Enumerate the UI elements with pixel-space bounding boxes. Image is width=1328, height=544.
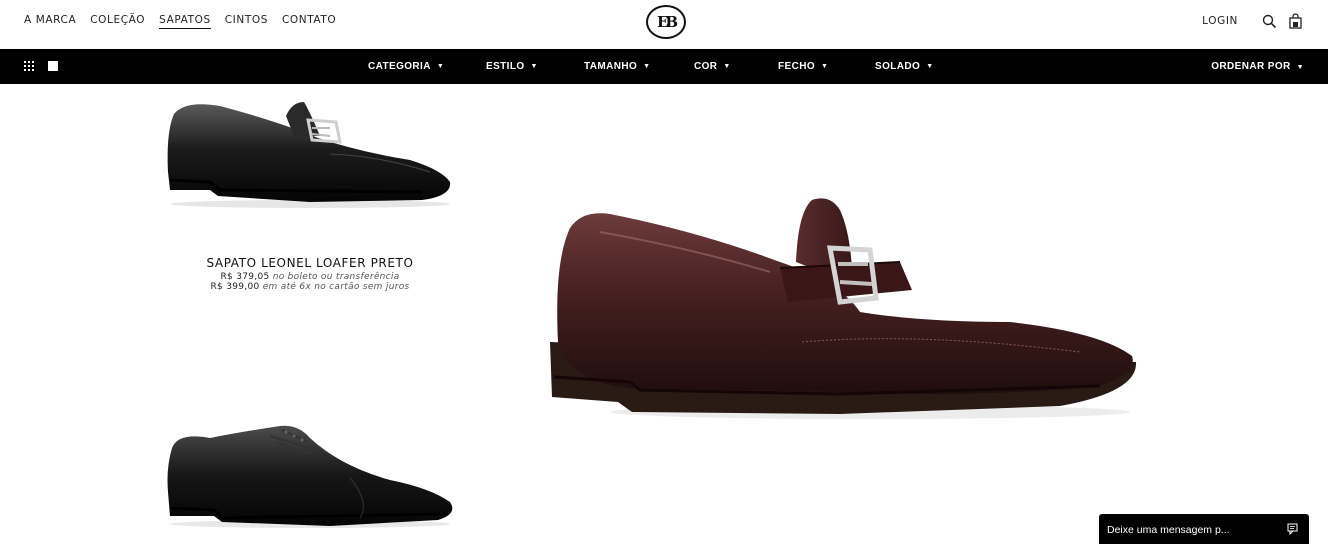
- caret-down-icon: ▼: [821, 63, 829, 70]
- sort-dropdown[interactable]: ORDENAR POR ▼: [1211, 61, 1304, 72]
- price-card-line: R$ 399,00 em até 6x no cartão sem juros: [160, 282, 460, 292]
- login-link[interactable]: LOGIN: [1202, 15, 1238, 27]
- caret-down-icon: ▼: [1296, 64, 1304, 71]
- filter-estilo[interactable]: ESTILO ▼: [486, 61, 538, 72]
- chat-bubble-icon: [1287, 522, 1299, 540]
- filter-list: CATEGORIA ▼ ESTILO ▼ TAMANHO ▼ COR ▼ FECHO ▼ …: [0, 49, 1328, 84]
- single-view-icon[interactable]: [48, 61, 58, 71]
- header-actions: LOGIN: [1202, 12, 1304, 30]
- shopping-bag-icon[interactable]: [1286, 12, 1304, 30]
- filter-label: SOLADO: [875, 61, 921, 72]
- price-boleto-note: no boleto ou transferência: [272, 272, 400, 282]
- brand-logo[interactable]: EB: [646, 5, 686, 39]
- product-image-loafer-black[interactable]: [160, 92, 460, 210]
- chat-widget[interactable]: Deixe uma mensagem p...: [1099, 514, 1309, 544]
- filter-label: TAMANHO: [584, 61, 638, 72]
- nav-link-cintos[interactable]: CINTOS: [225, 14, 268, 29]
- chat-label: Deixe uma mensagem p...: [1107, 524, 1230, 536]
- price-boleto-line: R$ 379,05 no boleto ou transferência: [160, 272, 460, 282]
- caret-down-icon: ▼: [530, 63, 538, 70]
- filter-categoria[interactable]: CATEGORIA ▼: [368, 61, 444, 72]
- filter-cor[interactable]: COR ▼: [694, 61, 731, 72]
- nav-link-sapatos[interactable]: SAPATOS: [159, 14, 211, 29]
- price-card: R$ 399,00: [210, 282, 260, 292]
- filter-bar: CATEGORIA ▼ ESTILO ▼ TAMANHO ▼ COR ▼ FECHO ▼ …: [0, 49, 1328, 84]
- grid-view-icon[interactable]: [24, 61, 34, 71]
- top-header: A MARCA COLEÇÃO SAPATOS CINTOS CONTATO E…: [0, 0, 1328, 49]
- nav-link-a-marca[interactable]: A MARCA: [24, 14, 76, 29]
- filter-tamanho[interactable]: TAMANHO ▼: [584, 61, 651, 72]
- filter-label: ESTILO: [486, 61, 525, 72]
- view-toggle: [24, 61, 58, 71]
- search-icon[interactable]: [1260, 12, 1278, 30]
- featured-product-image[interactable]: [540, 192, 1145, 424]
- filter-label: FECHO: [778, 61, 815, 72]
- filter-label: CATEGORIA: [368, 61, 431, 72]
- product-name[interactable]: SAPATO LEONEL LOAFER PRETO: [160, 256, 460, 270]
- filter-solado[interactable]: SOLADO ▼: [875, 61, 934, 72]
- sort-label: ORDENAR POR: [1211, 61, 1291, 72]
- caret-down-icon: ▼: [436, 63, 445, 70]
- filter-fecho[interactable]: FECHO ▼: [778, 61, 828, 72]
- product-image-oxford-black[interactable]: [160, 418, 460, 530]
- filter-label: COR: [694, 61, 718, 72]
- caret-down-icon: ▼: [643, 63, 651, 70]
- price-boleto: R$ 379,05: [220, 272, 270, 282]
- nav-link-colecao[interactable]: COLEÇÃO: [90, 14, 145, 29]
- price-card-note: em até 6x no cartão sem juros: [262, 282, 410, 292]
- nav-link-contato[interactable]: CONTATO: [282, 14, 336, 29]
- logo-text: EB: [656, 13, 678, 31]
- caret-down-icon: ▼: [926, 63, 934, 70]
- caret-down-icon: ▼: [723, 63, 731, 70]
- main-nav: A MARCA COLEÇÃO SAPATOS CINTOS CONTATO: [24, 14, 350, 29]
- product-info-loafer-black: SAPATO LEONEL LOAFER PRETO R$ 379,05 no …: [160, 256, 460, 292]
